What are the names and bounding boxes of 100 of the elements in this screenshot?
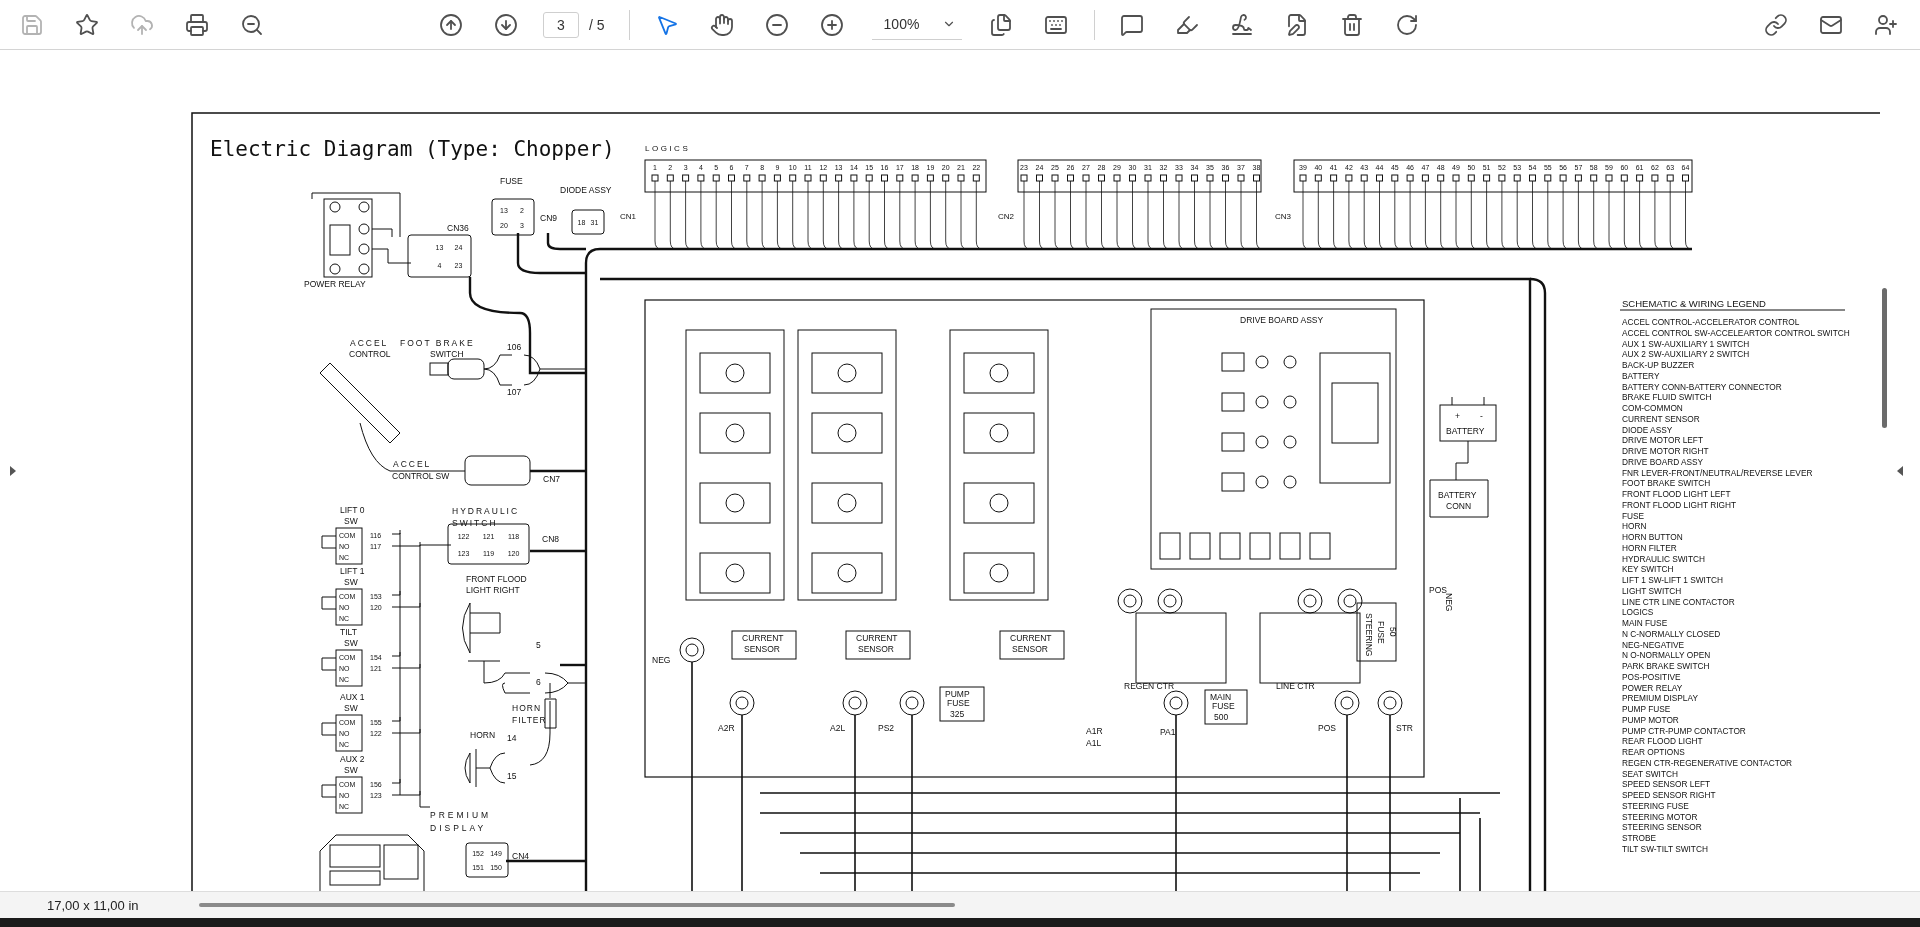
diagram-label: 14: [507, 733, 517, 744]
diagram-label: A1L: [1086, 738, 1102, 749]
diagram-label: CONN: [1446, 501, 1472, 512]
diagram-label: LIGHT RIGHT: [466, 585, 520, 596]
legend-entry: STEERING FUSE: [1622, 800, 1689, 811]
legend-entry: MAIN FUSE: [1622, 618, 1668, 629]
legend-entry: STEERING SENSOR: [1622, 822, 1702, 833]
legend-entry: HORN FILTER: [1622, 542, 1677, 553]
diagram-label: HORN: [512, 703, 542, 714]
diagram-label: +: [1455, 411, 1460, 422]
legend-entry: COM-COMMON: [1622, 403, 1683, 414]
legend-entry: PUMP CTR-PUMP CONTACTOR: [1622, 725, 1746, 736]
diagram-label: DISPLAY: [430, 823, 487, 834]
legend-entry: LINE CTR LINE CONTACTOR: [1622, 596, 1735, 607]
diagram-label: 106: [507, 342, 522, 353]
diagram-label: SWITCH: [452, 518, 498, 529]
diagram-label: CN7: [543, 474, 560, 485]
diagram-label: CN8: [542, 534, 559, 545]
legend-entry: KEY SWITCH: [1622, 564, 1674, 575]
diagram-label: NEG: [652, 655, 671, 666]
legend-entry: BACK-UP BUZZER: [1622, 360, 1695, 371]
diagram-label: CURRENT: [856, 633, 898, 644]
legend-entry: HORN BUTTON: [1622, 532, 1683, 543]
diagram-label: CN9: [540, 213, 557, 224]
legend-entry: HYDRAULIC SWITCH: [1622, 553, 1705, 564]
legend-entry: SPEED SENSOR LEFT: [1622, 779, 1711, 790]
diagram-label: 107: [507, 387, 522, 398]
legend-entry: NEG-NEGATIVE: [1622, 639, 1685, 650]
legend-entry: REGEN CTR-REGENERATIVE CONTACTOR: [1622, 757, 1793, 768]
legend-entry: N C-NORMALLY CLOSED: [1622, 628, 1721, 639]
diagram-label: POS: [1318, 723, 1336, 734]
legend-entry: FRONT FLOOD LIGHT LEFT: [1622, 489, 1731, 500]
diagram-label: FUSE: [947, 698, 970, 709]
diagram-label: A1R: [1086, 726, 1103, 737]
switch-suffix: SW: [344, 577, 358, 588]
diagram-label: LINE CTR: [1276, 681, 1315, 692]
diagram-label: REGEN CTR: [1124, 681, 1175, 692]
diagram-label: PUMP: [945, 689, 970, 700]
connector-label: CN1: [620, 212, 636, 222]
legend-entry: PUMP FUSE: [1622, 704, 1671, 715]
legend-entry: FOOT BRAKE SWITCH: [1622, 478, 1711, 489]
legend-entry: CURRENT SENSOR: [1622, 413, 1700, 424]
switch-suffix: SW: [344, 703, 358, 714]
legend-entry: PUMP MOTOR: [1622, 714, 1679, 725]
switch-name: TILT: [340, 627, 357, 638]
switch-name: AUX 2: [340, 754, 365, 765]
diagram-label: 5: [536, 640, 541, 651]
diagram-label: A2R: [718, 723, 735, 734]
diagram-label: PREMIUM: [430, 810, 492, 821]
zoom-dropdown[interactable]: 100%: [871, 9, 962, 40]
diagram-label: BATTERY: [1446, 426, 1485, 437]
legend-entry: AUX 2 SW-AUXILIARY 2 SWITCH: [1622, 349, 1750, 360]
diagram-label: CURRENT: [742, 633, 784, 644]
legend-entry: POWER RELAY: [1622, 682, 1683, 693]
page-total: / 5: [589, 16, 605, 33]
legend-entry: DRIVE MOTOR RIGHT: [1622, 446, 1709, 457]
logics-label: LOGICS: [645, 144, 691, 154]
legend-title: SCHEMATIC & WIRING LEGEND: [1622, 298, 1766, 310]
diagram-label: 6: [536, 677, 541, 688]
diagram-label: -: [1480, 411, 1483, 422]
diagram-label: HORN: [470, 730, 496, 741]
diagram-label: NEG: [1444, 593, 1454, 612]
legend-entry: DIODE ASSY: [1622, 424, 1673, 435]
diagram-label: BATTERY: [1438, 490, 1477, 501]
legend-entry: SPEED SENSOR RIGHT: [1622, 790, 1716, 801]
diagram-label: FUSE: [1376, 621, 1386, 644]
diagram-label: 325: [950, 709, 965, 720]
legend-entry: STROBE: [1622, 833, 1657, 844]
diagram-label: A2L: [830, 723, 846, 734]
diagram-label: POS: [1429, 585, 1447, 596]
legend-entry: REAR OPTIONS: [1622, 747, 1685, 758]
diagram-label: 50: [1388, 627, 1398, 637]
legend-entry: LIFT 1 SW-LIFT 1 SWITCH: [1622, 575, 1723, 586]
diagram-label: CONTROL: [349, 349, 391, 360]
diagram-label: PA1: [1160, 727, 1176, 738]
legend-entry: DRIVE MOTOR LEFT: [1622, 435, 1703, 446]
diagram-title: Electric Diagram (Type: Chopper): [210, 137, 615, 162]
page-number-field[interactable]: 3: [543, 11, 579, 38]
diagram-label: CONTROL SW: [392, 471, 450, 482]
diagram-label: DRIVE BOARD ASSY: [1240, 315, 1324, 326]
legend-entry: PARK BRAKE SWITCH: [1622, 661, 1710, 672]
diagram-label: DIODE ASSY: [560, 185, 612, 196]
legend-entry: N O-NORMALLY OPEN: [1622, 650, 1711, 661]
diagram-label: CN4: [512, 851, 529, 862]
legend-entry: BATTERY CONN-BATTERY CONNECTOR: [1622, 381, 1782, 392]
diagram-label: 500: [1214, 712, 1229, 723]
legend-entry: PREMIUM DISPLAY: [1622, 693, 1698, 704]
diagram-label: FUSE: [500, 176, 523, 187]
diagram-label: MAIN: [1210, 692, 1232, 703]
diagram-label: STR: [1396, 723, 1413, 734]
diagram-label: CURRENT: [1010, 633, 1052, 644]
diagram-label: FILTER: [512, 715, 547, 726]
legend-entry: DRIVE BOARD ASSY: [1622, 456, 1704, 467]
legend-entry: BRAKE FLUID SWITCH: [1622, 392, 1712, 403]
diagram-label: FUSE: [1212, 701, 1235, 712]
switch-name: LIFT 1: [340, 566, 365, 577]
switch-suffix: SW: [344, 638, 358, 649]
legend-entry: HORN: [1622, 521, 1647, 532]
legend-entry: FRONT FLOOD LIGHT RIGHT: [1622, 499, 1736, 510]
legend-entry: ACCEL CONTROL-ACCELERATOR CONTROL: [1622, 317, 1800, 328]
